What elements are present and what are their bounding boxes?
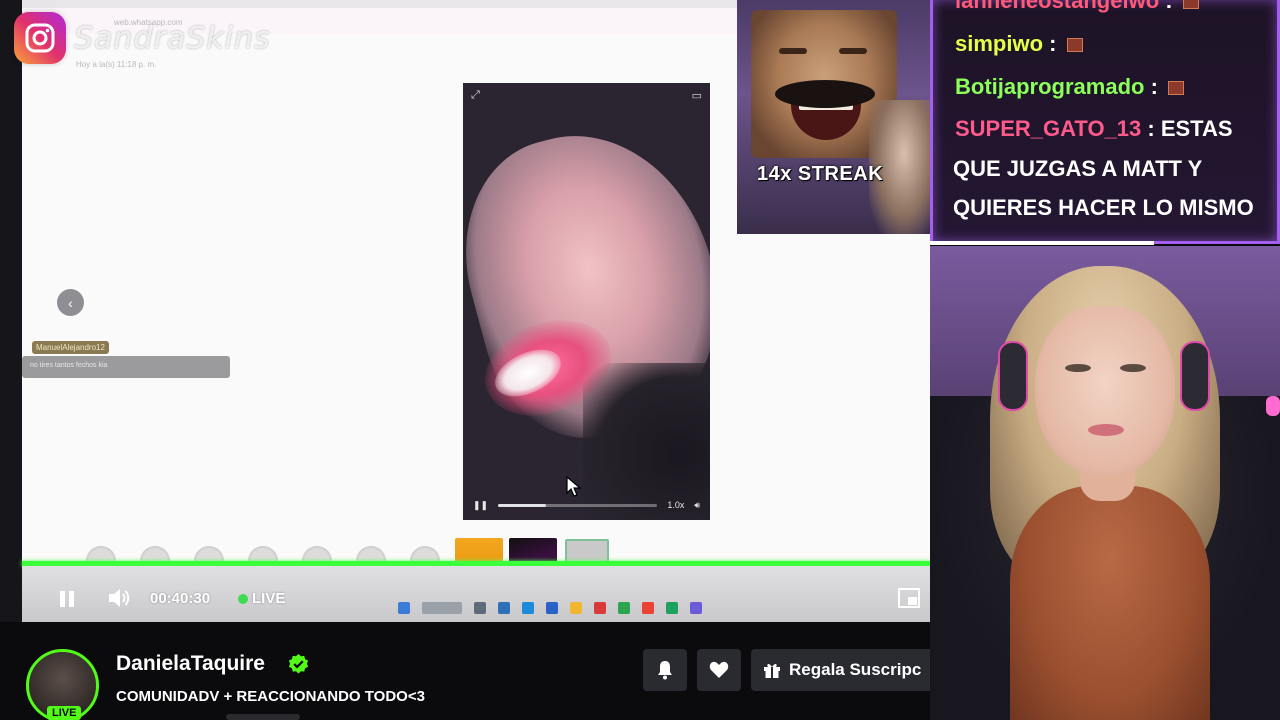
streamer-eye <box>1065 364 1091 372</box>
fullscreen-icon[interactable]: ⤢ <box>471 89 480 102</box>
theater-mode-icon[interactable] <box>898 588 920 608</box>
app-icon <box>498 602 510 614</box>
volume-icon[interactable] <box>106 586 132 610</box>
speed-label[interactable]: 1.0x <box>667 500 684 510</box>
pause-icon[interactable] <box>56 588 78 610</box>
rgb-light <box>1266 396 1280 416</box>
windows-icon <box>398 602 410 614</box>
chat-username: SUPER_GATO_13 <box>955 116 1142 141</box>
embedded-video[interactable]: ⤢ ▭ ❚❚ 1.0x 🔊︎ <box>463 83 710 520</box>
edge-icon <box>522 602 534 614</box>
player-controls: 00:40:30 LIVE <box>22 566 930 622</box>
search-icon <box>422 602 462 614</box>
scroll-indicator <box>226 714 300 720</box>
chat-username: Botijaprogramado <box>955 74 1145 99</box>
meme-mustache <box>775 80 875 108</box>
headphone-icon <box>998 341 1028 411</box>
channel-name[interactable]: DanielaTaquire <box>116 652 265 676</box>
app-icon <box>666 602 678 614</box>
gift-subscription-button[interactable]: Regala Suscripc <box>751 649 930 691</box>
app-icon <box>594 602 606 614</box>
app-icon <box>546 602 558 614</box>
streak-caption: 14x STREAK <box>757 163 884 185</box>
watermark-text: SandraSkins <box>74 20 271 56</box>
instagram-icon <box>14 12 66 64</box>
embedded-video-controls: ❚❚ 1.0x 🔊︎ <box>463 490 710 520</box>
stream-time: 00:40:30 <box>150 590 211 607</box>
folder-icon <box>570 602 582 614</box>
comment-bubble: ManuelAlejandro12 no tires tantos fechos… <box>22 337 230 378</box>
app-icon <box>690 602 702 614</box>
verified-badge-icon <box>288 653 309 674</box>
streamer-lips <box>1088 424 1124 436</box>
chat-username: simpiwo <box>955 31 1044 56</box>
live-badge: LIVE <box>47 706 82 720</box>
comment-text: no tires tantos fechos kia <box>22 356 230 378</box>
streamer-face <box>1035 306 1175 476</box>
mouse-cursor-icon <box>566 476 582 497</box>
notification-bell-button[interactable] <box>643 649 687 691</box>
chat-message: simpiwo : <box>955 31 1083 57</box>
chat-username: lanneneostangelwo <box>955 0 1160 13</box>
browser-tabs <box>22 0 742 8</box>
emote-icon <box>1066 38 1083 53</box>
chat-message: Botijaprogramado : <box>955 74 1185 100</box>
live-label: LIVE <box>252 590 286 607</box>
previous-arrow-icon[interactable]: ‹ <box>57 289 84 316</box>
app-icon <box>618 602 630 614</box>
pause-icon[interactable]: ❚❚ <box>473 500 488 511</box>
chat-message: lanneneostangelwo : <box>955 0 1199 14</box>
emote-icon <box>1168 81 1185 96</box>
webcam-feed <box>930 246 1280 720</box>
gift-button-label: Regala Suscripc <box>789 660 922 679</box>
emote-icon <box>1182 0 1199 10</box>
chrome-icon <box>642 602 654 614</box>
headphone-icon <box>1180 341 1210 411</box>
watermark: SandraSkins <box>14 12 271 64</box>
chat-timer-bar <box>930 241 1154 245</box>
live-indicator-icon <box>238 594 248 604</box>
channel-info-bar: LIVE DanielaTaquire COMUNIDADV + REACCIO… <box>0 622 930 720</box>
chat-text: QUE JUZGAS A MATT Y <box>953 156 1203 181</box>
streamer-eye <box>1120 364 1146 372</box>
app-icon <box>474 602 486 614</box>
heart-icon <box>709 661 729 678</box>
comment-user: ManuelAlejandro12 <box>32 341 109 354</box>
stream-title: COMUNIDADV + REACCIONANDO TODO<3 <box>116 688 425 705</box>
meme-eye <box>839 48 867 54</box>
stream-page: { "watermark": { "text": "SandraSkins", … <box>0 0 1280 720</box>
chat-text: ESTAS <box>1160 116 1233 141</box>
chat-overlay: lanneneostangelwo : simpiwo : Botijaprog… <box>930 0 1280 244</box>
screen-taskbar <box>398 602 702 614</box>
streamer-top <box>1010 486 1210 720</box>
bell-icon <box>658 661 672 680</box>
volume-icon[interactable]: 🔊︎ <box>694 500 700 511</box>
gift-icon <box>764 663 780 678</box>
cast-icon[interactable]: ▭ <box>692 89 702 102</box>
meme-eye <box>779 48 807 54</box>
chat-text: QUIERES HACER LO MISMO <box>953 195 1254 220</box>
left-edge <box>0 0 22 622</box>
embedded-progress-fill <box>498 503 546 507</box>
meme-overlay: 14x STREAK <box>737 0 930 234</box>
follow-button[interactable] <box>697 649 741 691</box>
embedded-progress[interactable] <box>498 503 658 507</box>
chat-message: SUPER_GATO_13 : ESTAS <box>955 116 1233 141</box>
